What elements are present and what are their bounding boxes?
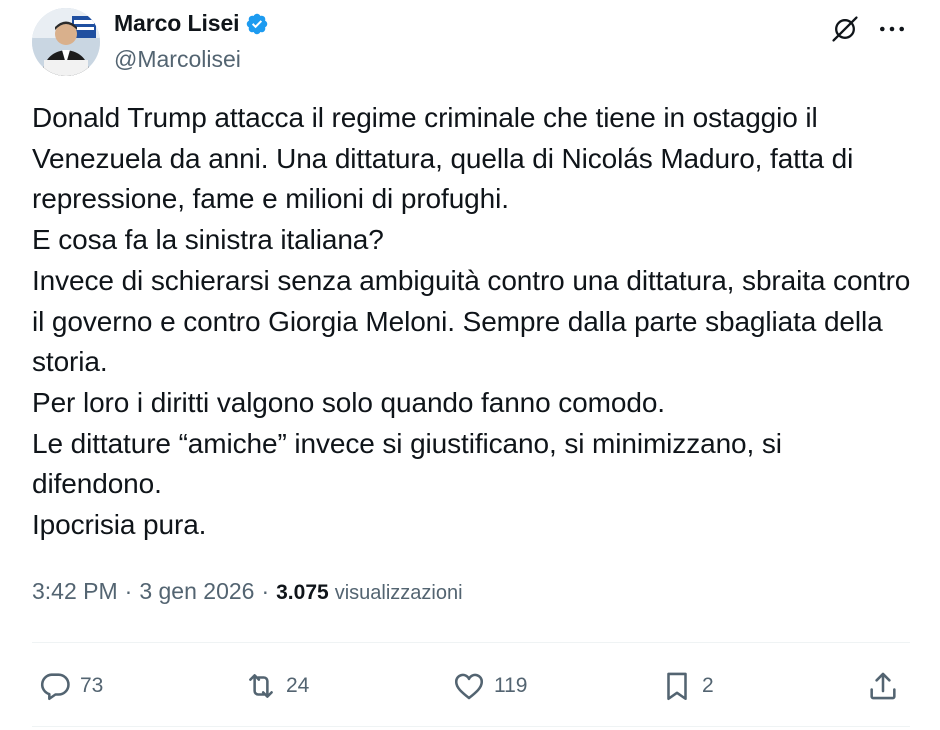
retweet-count: 24	[286, 674, 310, 697]
tweet-meta: 3:42 PM · 3 gen 2026 · 3.075 visualizzaz…	[32, 578, 463, 605]
tweet-header: Marco Lisei @Marcolisei	[0, 0, 940, 90]
share-button[interactable]	[866, 662, 900, 710]
tweet-text: Donald Trump attacca il regime criminale…	[32, 98, 912, 546]
meta-separator: ·	[261, 578, 270, 604]
like-button[interactable]: 119	[452, 662, 527, 710]
avatar[interactable]	[32, 8, 100, 76]
meta-separator: ·	[124, 578, 133, 604]
views-count[interactable]: 3.075	[276, 581, 329, 605]
grok-icon[interactable]	[828, 12, 862, 46]
heart-icon	[454, 673, 484, 700]
verified-badge-icon	[245, 12, 269, 36]
share-icon	[870, 672, 896, 700]
tweet-line: Donald Trump attacca il regime criminale…	[32, 102, 861, 215]
divider	[32, 726, 910, 727]
name-row: Marco Lisei	[114, 10, 269, 37]
reply-icon	[40, 673, 70, 701]
display-name[interactable]: Marco Lisei	[114, 10, 240, 37]
like-count: 119	[494, 674, 528, 697]
reply-count: 73	[80, 674, 104, 697]
retweet-button[interactable]: 24	[244, 662, 309, 710]
handle[interactable]: @Marcolisei	[114, 46, 241, 73]
tweet-line: Per loro i diritti valgono solo quando f…	[32, 386, 665, 418]
tweet-date[interactable]: 3 gen 2026	[139, 578, 254, 605]
more-icon[interactable]	[872, 12, 912, 46]
divider	[32, 642, 910, 643]
tweet-time[interactable]: 3:42 PM	[32, 578, 118, 605]
reply-button[interactable]: 73	[38, 662, 103, 710]
bookmark-icon	[667, 672, 687, 701]
action-bar: 73 24 119 2	[32, 662, 910, 710]
avatar-image	[32, 8, 100, 76]
tweet-line: E cosa fa la sinistra italiana?	[32, 224, 384, 256]
retweet-icon	[249, 674, 273, 698]
views-label[interactable]: visualizzazioni	[335, 582, 463, 605]
bookmark-count: 2	[702, 674, 714, 697]
bookmark-button[interactable]: 2	[660, 662, 714, 710]
tweet-line: Ipocrisia pura.	[32, 509, 207, 541]
tweet-line: Le dittature “amiche” invece si giustifi…	[32, 427, 790, 500]
tweet-line: Invece di schierarsi senza ambiguità con…	[32, 264, 918, 378]
